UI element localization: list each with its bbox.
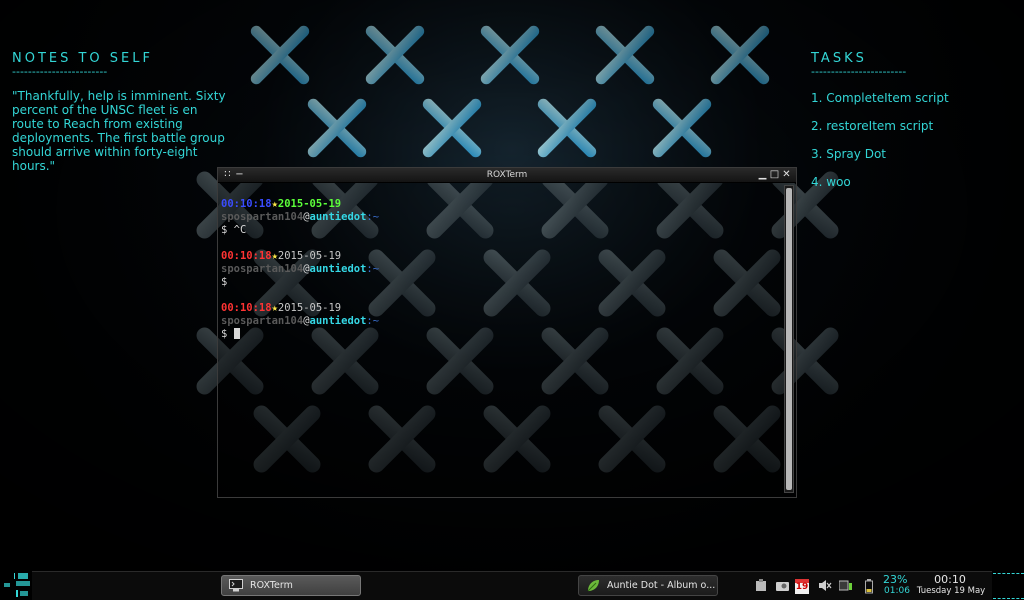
terminal-title: ROXTerm <box>486 170 528 180</box>
terminal-output[interactable]: 00:10:18★2015-05-19 spospartan104@auntie… <box>221 198 778 493</box>
prompt-symbol: $ <box>221 328 234 340</box>
taskbar-button-auntie-dot[interactable]: Auntie Dot - Album o... <box>578 575 718 596</box>
disk-icon[interactable] <box>776 579 789 592</box>
notes-panel: NOTES TO SELF ------------------------ "… <box>12 51 227 173</box>
tasks-rule: ------------------------ <box>811 65 907 78</box>
prompt-date: 2015-05-19 <box>277 302 342 314</box>
prompt-input: ^C <box>233 224 247 236</box>
minimize-icon[interactable]: ▁ <box>757 169 768 180</box>
calendar-icon[interactable]: 19 <box>795 579 809 594</box>
taskbar-button-roxterm[interactable]: ROXTerm <box>221 575 361 596</box>
clock-date[interactable]: Tuesday 19 May <box>915 586 987 597</box>
battery-percent: 23% <box>883 573 908 586</box>
prompt-date: 2015-05-19 <box>277 198 342 210</box>
prompt-host: auntiedot <box>309 211 367 223</box>
terminal-titlebar[interactable]: ∷ − ROXTerm ▁ □ ✕ <box>218 168 796 183</box>
network-icon[interactable] <box>838 579 852 592</box>
prompt-user: spospartan104 <box>221 263 304 275</box>
terminal-window[interactable]: ∷ − ROXTerm ▁ □ ✕ 00:10:18★2015-05-19 sp… <box>217 167 797 498</box>
tasks-panel: TASKS ------------------------ 1. Comple… <box>811 51 1011 189</box>
battery-icon[interactable] <box>863 579 875 594</box>
desktop: NOTES TO SELF ------------------------ "… <box>0 0 1024 600</box>
prompt-path: ~ <box>372 263 380 275</box>
text-cursor <box>233 328 240 339</box>
calendar-day: 19 <box>795 582 809 592</box>
taskbar: ROXTerm Auntie Dot - Album o... 19 23% 0… <box>32 571 992 600</box>
task-item: 2. restoreItem script <box>811 119 934 133</box>
prompt-time: 00:10:18 <box>221 198 272 210</box>
task-item: 4. woo <box>811 175 851 189</box>
maximize-icon[interactable]: □ <box>769 169 780 180</box>
battery-time-remaining: 01:06 <box>884 586 910 596</box>
taskbar-button-label: Auntie Dot - Album o... <box>607 580 716 591</box>
taskbar-button-label: ROXTerm <box>250 580 293 591</box>
clipboard-icon[interactable] <box>755 579 767 592</box>
task-item: 3. Spray Dot <box>811 147 886 161</box>
prompt-path: ~ <box>372 315 380 327</box>
leaf-icon <box>587 580 599 592</box>
prompt-time: 00:10:18 <box>221 302 272 314</box>
prompt-date: 2015-05-19 <box>277 250 342 262</box>
edge-conky-fragment <box>0 571 34 600</box>
terminal-icon <box>229 579 243 592</box>
prompt-symbol: $ <box>221 224 234 236</box>
volume-muted-icon[interactable] <box>818 579 832 592</box>
prompt-block: 00:10:18★2015-05-19 spospartan104@auntie… <box>221 250 778 289</box>
prompt-host: auntiedot <box>309 315 367 327</box>
edge-conky-frame <box>993 573 1024 599</box>
prompt-user: spospartan104 <box>221 315 304 327</box>
prompt-time: 00:10:18 <box>221 250 272 262</box>
scrollbar-thumb[interactable] <box>786 188 792 490</box>
prompt-path: ~ <box>372 211 380 223</box>
edge-fragment-glyphs <box>4 573 30 597</box>
clock-time[interactable]: 00:10 <box>917 574 983 586</box>
task-item: 1. CompleteItem script <box>811 91 949 105</box>
terminal-scrollbar[interactable] <box>784 185 794 493</box>
notes-quote: "Thankfully, help is imminent. Sixty per… <box>12 89 226 173</box>
prompt-block: 00:10:18★2015-05-19 spospartan104@auntie… <box>221 198 778 237</box>
prompt-user: spospartan104 <box>221 211 304 223</box>
prompt-symbol: $ <box>221 276 228 288</box>
notes-rule: ------------------------ <box>12 65 108 78</box>
close-icon[interactable]: ✕ <box>781 169 792 180</box>
prompt-host: auntiedot <box>309 263 367 275</box>
prompt-block: 00:10:18★2015-05-19 spospartan104@auntie… <box>221 302 778 341</box>
